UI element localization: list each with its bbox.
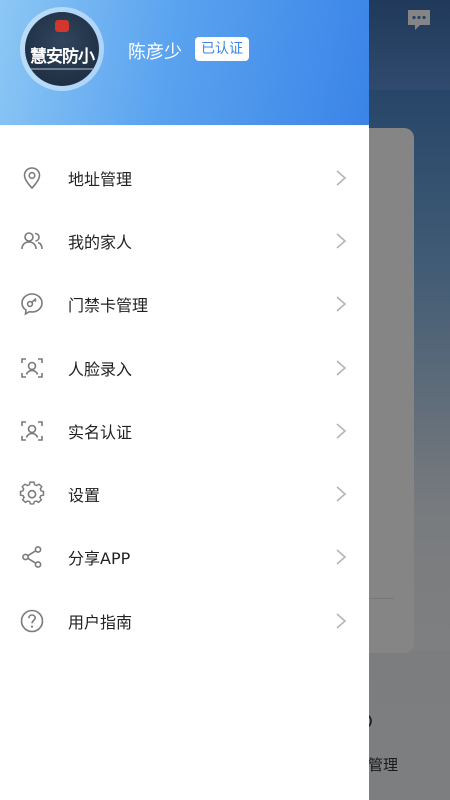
avatar-caption-line xyxy=(31,68,93,70)
family-icon xyxy=(19,228,45,254)
menu-item-label: 实名认证 xyxy=(68,422,133,442)
id-verify-icon xyxy=(19,418,45,444)
share-icon xyxy=(19,544,45,570)
avatar-text: 慧安防小 xyxy=(30,47,95,67)
drawer-menu: 地址管理 我的家人 门禁卡管理 人脸录入 实名认证 设置 分享APP 用户指南 xyxy=(0,146,369,652)
chevron-right-icon xyxy=(336,296,347,312)
menu-item-label: 设置 xyxy=(68,486,101,506)
menu-item-settings[interactable]: 设置 xyxy=(0,462,369,525)
menu-item-label: 用户指南 xyxy=(68,612,133,632)
chevron-right-icon xyxy=(336,359,347,376)
avatar-image: 慧安防小 xyxy=(25,12,99,86)
profile-header: 慧安防小 陈彦少 已认证 xyxy=(0,0,369,125)
menu-item-label: 分享APP xyxy=(68,549,131,569)
menu-item-access-card[interactable]: 门禁卡管理 xyxy=(0,273,369,336)
emblem-icon xyxy=(55,20,69,32)
avatar[interactable]: 慧安防小 xyxy=(20,7,104,91)
verified-badge: 已认证 xyxy=(195,37,249,61)
access-card-icon xyxy=(19,291,45,317)
face-scan-icon xyxy=(19,355,45,381)
chevron-right-icon xyxy=(336,233,347,249)
menu-item-share-app[interactable]: 分享APP xyxy=(0,526,369,589)
navigation-drawer: 慧安防小 陈彦少 已认证 地址管理 我的家人 门禁卡管理 人脸录入 实名认证 设… xyxy=(0,0,369,800)
user-name: 陈彦少 xyxy=(128,42,182,63)
menu-item-label: 我的家人 xyxy=(68,232,133,252)
menu-item-real-name[interactable]: 实名认证 xyxy=(0,399,369,462)
chevron-right-icon xyxy=(336,613,347,629)
menu-item-label: 人脸录入 xyxy=(68,359,133,379)
help-icon xyxy=(19,608,45,634)
menu-item-family[interactable]: 我的家人 xyxy=(0,209,369,272)
location-pin-icon xyxy=(19,165,45,191)
gear-icon xyxy=(19,481,45,507)
menu-item-user-guide[interactable]: 用户指南 xyxy=(0,589,369,652)
menu-item-address[interactable]: 地址管理 xyxy=(0,146,369,209)
chevron-right-icon xyxy=(336,170,347,186)
chevron-right-icon xyxy=(336,486,347,502)
menu-item-face-entry[interactable]: 人脸录入 xyxy=(0,336,369,399)
chevron-right-icon xyxy=(336,549,347,566)
menu-item-label: 门禁卡管理 xyxy=(68,296,149,316)
chevron-right-icon xyxy=(336,423,347,439)
menu-item-label: 地址管理 xyxy=(68,169,133,189)
